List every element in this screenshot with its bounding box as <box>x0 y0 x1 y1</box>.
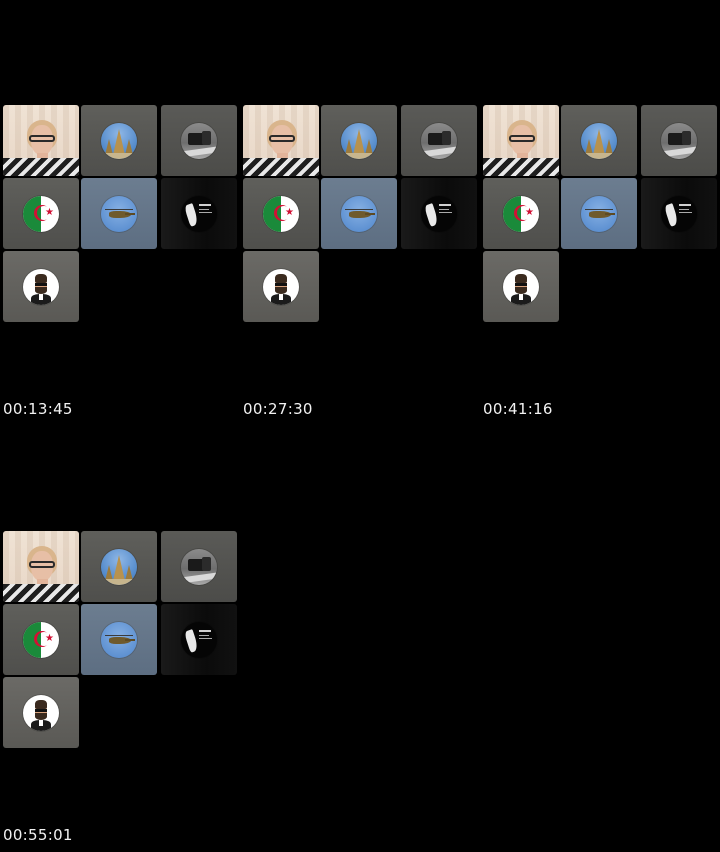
algeria-flag-icon: ★ <box>23 195 59 232</box>
glasses-icon <box>29 135 55 142</box>
participant-video-tile[interactable] <box>3 105 79 176</box>
participant-tile[interactable] <box>81 604 157 675</box>
frame-timestamp: 00:13:45 <box>3 400 73 418</box>
participant-tile[interactable]: ★ <box>3 178 79 249</box>
participant-tile[interactable] <box>321 105 397 176</box>
cartoon-man-avatar-icon <box>263 268 299 305</box>
participant-tile[interactable] <box>641 105 717 176</box>
video-frame-1: ★ 00:13:45 <box>3 105 239 425</box>
participant-video-tile[interactable] <box>3 531 79 602</box>
black-logo-avatar-icon <box>181 621 217 658</box>
participant-tile[interactable] <box>161 178 237 249</box>
truck-avatar-icon <box>181 548 217 585</box>
participant-video-tile[interactable] <box>483 105 559 176</box>
glasses-icon <box>29 561 55 568</box>
participant-tile[interactable] <box>3 677 79 748</box>
truck-avatar-icon <box>661 122 697 159</box>
landmark-avatar-icon <box>101 122 137 159</box>
black-logo-avatar-icon <box>181 195 217 232</box>
participant-tile[interactable] <box>161 531 237 602</box>
participant-tile[interactable] <box>81 178 157 249</box>
helicopter-avatar-icon <box>101 195 137 232</box>
participant-tile[interactable]: ★ <box>3 604 79 675</box>
participant-tile[interactable] <box>483 251 559 322</box>
truck-avatar-icon <box>421 122 457 159</box>
participant-tile[interactable] <box>161 105 237 176</box>
thumbnail-contact-sheet: { "frames": [ {"timestamp": "00:13:45"},… <box>0 0 720 852</box>
video-frame-3: ★ 00:41:16 <box>483 105 719 425</box>
striped-shirt <box>3 158 79 176</box>
participant-tile[interactable] <box>243 251 319 322</box>
participant-tile[interactable] <box>401 105 477 176</box>
participant-tile[interactable] <box>561 105 637 176</box>
black-logo-avatar-icon <box>421 195 457 232</box>
glasses-icon <box>509 135 535 142</box>
truck-avatar-icon <box>181 122 217 159</box>
participant-tile[interactable]: ★ <box>483 178 559 249</box>
participant-tile[interactable]: ★ <box>243 178 319 249</box>
participant-tile[interactable] <box>321 178 397 249</box>
algeria-flag-icon: ★ <box>23 621 59 658</box>
glasses-icon <box>269 135 295 142</box>
algeria-flag-icon: ★ <box>263 195 299 232</box>
video-frame-4: ★ 00:55:01 <box>3 531 239 851</box>
frame-timestamp: 00:41:16 <box>483 400 553 418</box>
participant-tile[interactable] <box>561 178 637 249</box>
participant-tile[interactable] <box>401 178 477 249</box>
landmark-avatar-icon <box>581 122 617 159</box>
cartoon-man-avatar-icon <box>23 694 59 731</box>
landmark-avatar-icon <box>341 122 377 159</box>
algeria-flag-icon: ★ <box>503 195 539 232</box>
frame-timestamp: 00:55:01 <box>3 826 73 844</box>
black-logo-avatar-icon <box>661 195 697 232</box>
cartoon-man-avatar-icon <box>23 268 59 305</box>
helicopter-avatar-icon <box>101 621 137 658</box>
participant-tile[interactable] <box>81 105 157 176</box>
participant-video-tile[interactable] <box>243 105 319 176</box>
helicopter-avatar-icon <box>581 195 617 232</box>
participant-tile[interactable] <box>161 604 237 675</box>
participant-tile[interactable] <box>3 251 79 322</box>
frame-timestamp: 00:27:30 <box>243 400 313 418</box>
helicopter-avatar-icon <box>341 195 377 232</box>
video-frame-2: ★ 00:27:30 <box>243 105 479 425</box>
participant-tile[interactable] <box>641 178 717 249</box>
cartoon-man-avatar-icon <box>503 268 539 305</box>
landmark-avatar-icon <box>101 548 137 585</box>
participant-tile[interactable] <box>81 531 157 602</box>
